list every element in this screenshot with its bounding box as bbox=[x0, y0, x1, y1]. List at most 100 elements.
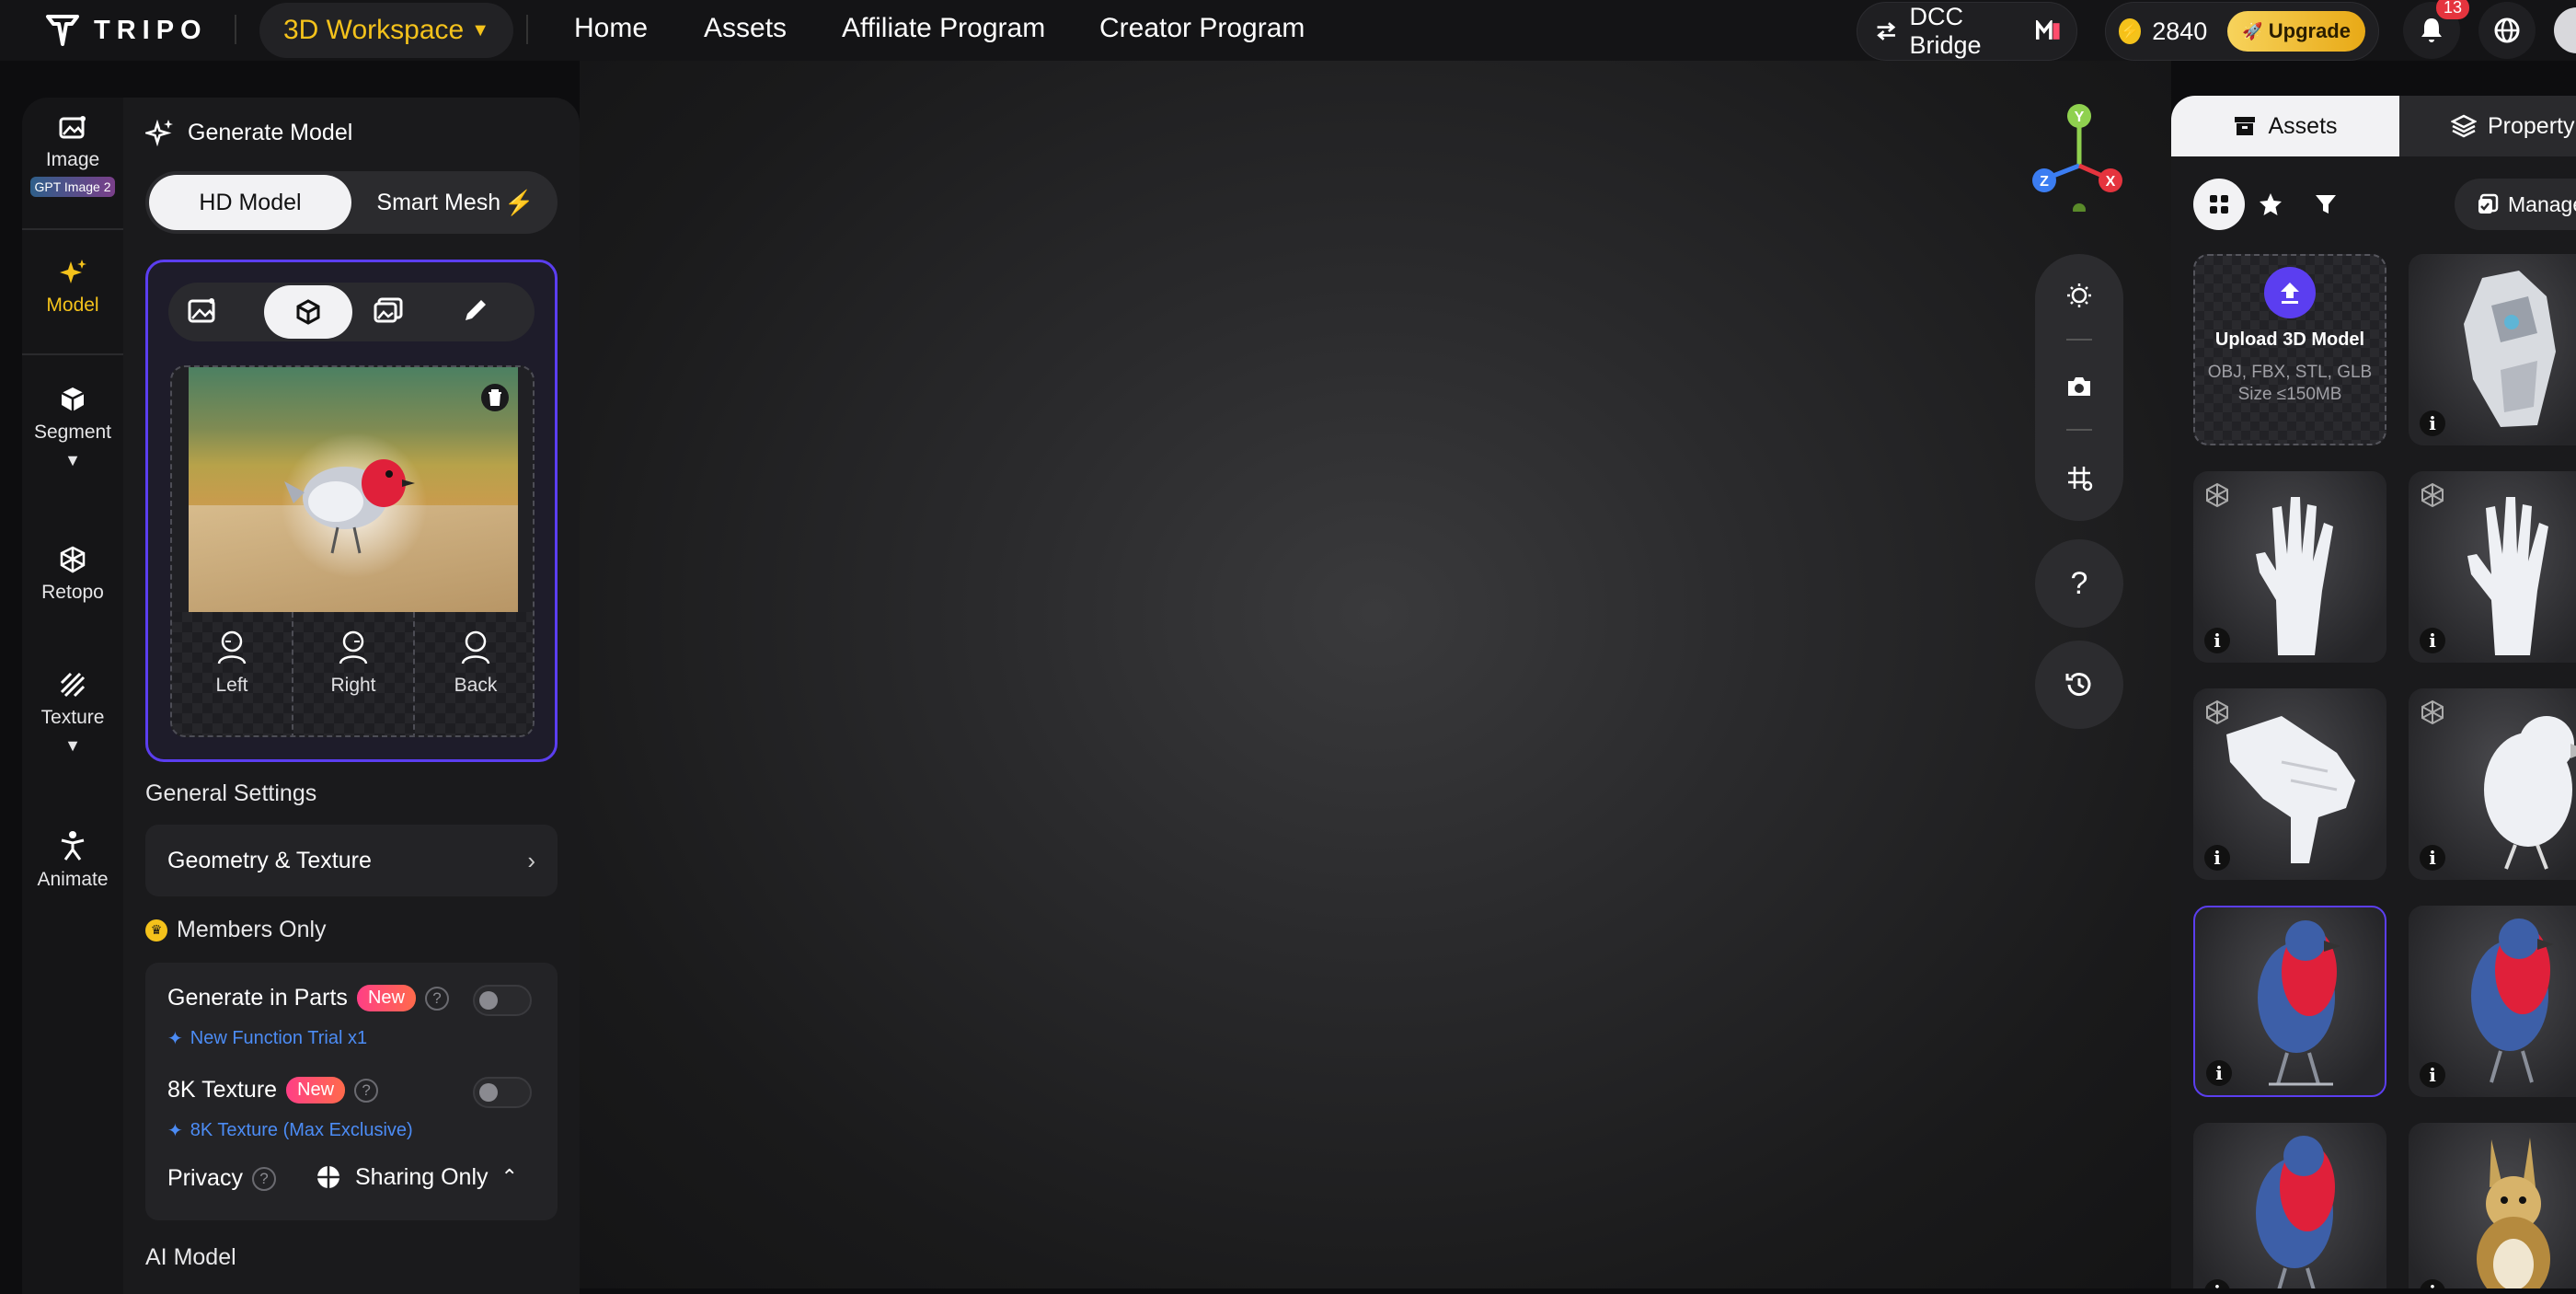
cube-icon bbox=[296, 299, 320, 325]
geometry-texture-row[interactable]: Geometry & Texture › bbox=[145, 825, 558, 896]
nav-assets[interactable]: Assets bbox=[704, 13, 787, 44]
asset-thumbnail[interactable]: i bbox=[2409, 471, 2576, 663]
info-icon[interactable]: i bbox=[2204, 845, 2230, 871]
upload-area[interactable]: Left Right Back bbox=[170, 365, 535, 737]
rail-item-segment[interactable]: Segment ▼ bbox=[22, 385, 123, 470]
tab-hd-model[interactable]: HD Model bbox=[149, 175, 351, 230]
avatar[interactable] bbox=[2554, 7, 2576, 53]
figure-icon bbox=[61, 831, 85, 861]
dcc-bridge-label: DCC Bridge bbox=[1909, 3, 1982, 59]
manage-button[interactable]: Manage bbox=[2455, 179, 2576, 230]
question-icon: ? bbox=[2070, 565, 2088, 601]
view-slot-right[interactable]: Right bbox=[293, 612, 415, 735]
help-icon[interactable]: ? bbox=[424, 986, 449, 1011]
manage-label: Manage bbox=[2508, 191, 2576, 216]
view-slot-back[interactable]: Back bbox=[415, 612, 533, 735]
rail-model-label: Model bbox=[46, 295, 99, 316]
caret-down-icon[interactable]: ▼ bbox=[22, 451, 123, 470]
rabbit-model bbox=[2477, 1138, 2550, 1288]
asset-thumbnail[interactable]: i bbox=[2409, 906, 2576, 1097]
language-button[interactable] bbox=[2478, 2, 2536, 59]
asset-thumbnail-selected[interactable]: i bbox=[2193, 906, 2386, 1097]
rail-item-model[interactable]: Model bbox=[22, 258, 123, 317]
top-bar: TRIPO 3D Workspace ▼ Home Assets Affilia… bbox=[0, 0, 2576, 61]
chevron-right-icon: › bbox=[527, 846, 535, 874]
privacy-dropdown[interactable]: Sharing Only ⌃ bbox=[315, 1163, 518, 1191]
asset-thumbnail[interactable]: i bbox=[2193, 688, 2386, 880]
tab-assets[interactable]: Assets bbox=[2171, 96, 2399, 156]
info-icon[interactable]: i bbox=[2420, 1062, 2445, 1088]
info-icon[interactable]: i bbox=[2420, 1279, 2445, 1288]
upgrade-button[interactable]: 🚀 Upgrade bbox=[2227, 11, 2365, 52]
help-icon[interactable]: ? bbox=[354, 1078, 379, 1103]
asset-thumbnail[interactable]: i bbox=[2409, 688, 2576, 880]
single-image-tab[interactable] bbox=[187, 295, 218, 325]
robin-model bbox=[2258, 920, 2340, 1086]
texture-8k-label: 8K Texture bbox=[167, 1077, 278, 1103]
general-settings-heading: General Settings bbox=[145, 780, 317, 806]
nav-affiliate-program[interactable]: Affiliate Program bbox=[842, 13, 1045, 44]
sparkle-icon bbox=[60, 260, 86, 283]
info-icon[interactable]: i bbox=[2420, 845, 2445, 871]
3d-viewport[interactable]: Y Z X ? bbox=[580, 61, 2171, 1288]
view-back-label: Back bbox=[454, 675, 498, 696]
tab-smart-mesh[interactable]: Smart Mesh ⚡ bbox=[357, 175, 554, 230]
rail-animate-label: Animate bbox=[37, 869, 109, 890]
info-icon[interactable]: i bbox=[2420, 628, 2445, 653]
asset-thumbnail[interactable]: i bbox=[2409, 1123, 2576, 1288]
maya-icon bbox=[2035, 20, 2060, 40]
help-button[interactable]: ? bbox=[2035, 539, 2123, 628]
asset-thumbnail[interactable]: i bbox=[2193, 471, 2386, 663]
tab-property[interactable]: Property bbox=[2451, 96, 2574, 156]
info-icon[interactable]: i bbox=[2204, 1279, 2230, 1288]
members-only-label: Members Only bbox=[177, 917, 327, 942]
rail-item-texture[interactable]: Texture ▼ bbox=[22, 670, 123, 756]
info-icon[interactable]: i bbox=[2204, 628, 2230, 653]
axis-gizmo[interactable]: Y Z X bbox=[2024, 101, 2134, 212]
workspace-dropdown[interactable]: 3D Workspace ▼ bbox=[259, 3, 513, 58]
delete-image-button[interactable] bbox=[481, 384, 509, 411]
help-icon[interactable]: ? bbox=[251, 1166, 276, 1191]
credits-bar: ⚡ 2840 🚀 Upgrade bbox=[2105, 2, 2379, 61]
upload-3d-model-tile[interactable]: Upload 3D Model OBJ, FBX, STL, GLB Size … bbox=[2193, 254, 2386, 445]
divider bbox=[2066, 429, 2092, 431]
texture-icon bbox=[60, 672, 86, 698]
lighting-button[interactable] bbox=[2065, 282, 2093, 309]
info-icon[interactable]: i bbox=[2420, 410, 2445, 436]
grid-view-button[interactable] bbox=[2193, 179, 2245, 230]
view-slot-left[interactable]: Left bbox=[172, 612, 293, 735]
upload-formats: OBJ, FBX, STL, GLB bbox=[2207, 363, 2373, 382]
generate-in-parts-toggle[interactable] bbox=[473, 985, 532, 1016]
text-prompt-tab[interactable] bbox=[461, 295, 490, 325]
sparkles-icon bbox=[145, 119, 173, 147]
texture-8k-note: ✦ 8K Texture (Max Exclusive) bbox=[167, 1119, 413, 1142]
viewport-toolbar bbox=[2035, 254, 2123, 521]
filter-button[interactable] bbox=[2313, 191, 2339, 217]
caret-down-icon[interactable]: ▼ bbox=[22, 736, 123, 756]
rail-segment-label: Segment bbox=[33, 422, 112, 443]
rail-item-retopo[interactable]: Retopo bbox=[22, 545, 123, 604]
gallery-tab[interactable] bbox=[373, 295, 404, 325]
asset-thumbnail[interactable]: i bbox=[2409, 254, 2576, 445]
hand-model bbox=[2467, 497, 2548, 655]
trash-icon bbox=[489, 389, 501, 406]
lightning-icon: ⚡ bbox=[504, 188, 535, 216]
logo[interactable]: TRIPO bbox=[44, 13, 208, 48]
grid-button[interactable] bbox=[2065, 464, 2093, 491]
camera-button[interactable] bbox=[2065, 374, 2093, 399]
info-icon[interactable]: i bbox=[2206, 1060, 2232, 1086]
dcc-bridge-button[interactable]: DCC Bridge bbox=[1857, 2, 2077, 61]
history-button[interactable] bbox=[2035, 641, 2123, 729]
asset-thumbnail[interactable]: i bbox=[2193, 1123, 2386, 1288]
nav-creator-program[interactable]: Creator Program bbox=[1099, 13, 1305, 44]
nav-home[interactable]: Home bbox=[574, 13, 648, 44]
bell-icon bbox=[2421, 18, 2442, 42]
multiview-tab[interactable] bbox=[264, 285, 352, 339]
notifications-button[interactable]: 13 bbox=[2403, 0, 2470, 59]
favorites-filter[interactable] bbox=[2258, 191, 2283, 217]
texture-8k-toggle[interactable] bbox=[473, 1077, 532, 1108]
wireframe-icon bbox=[2421, 699, 2444, 725]
rail-item-animate[interactable]: Animate bbox=[22, 830, 123, 891]
rail-item-image[interactable]: Image GPT Image 2 bbox=[22, 114, 123, 197]
gpt-image-badge: GPT Image 2 bbox=[30, 177, 115, 197]
